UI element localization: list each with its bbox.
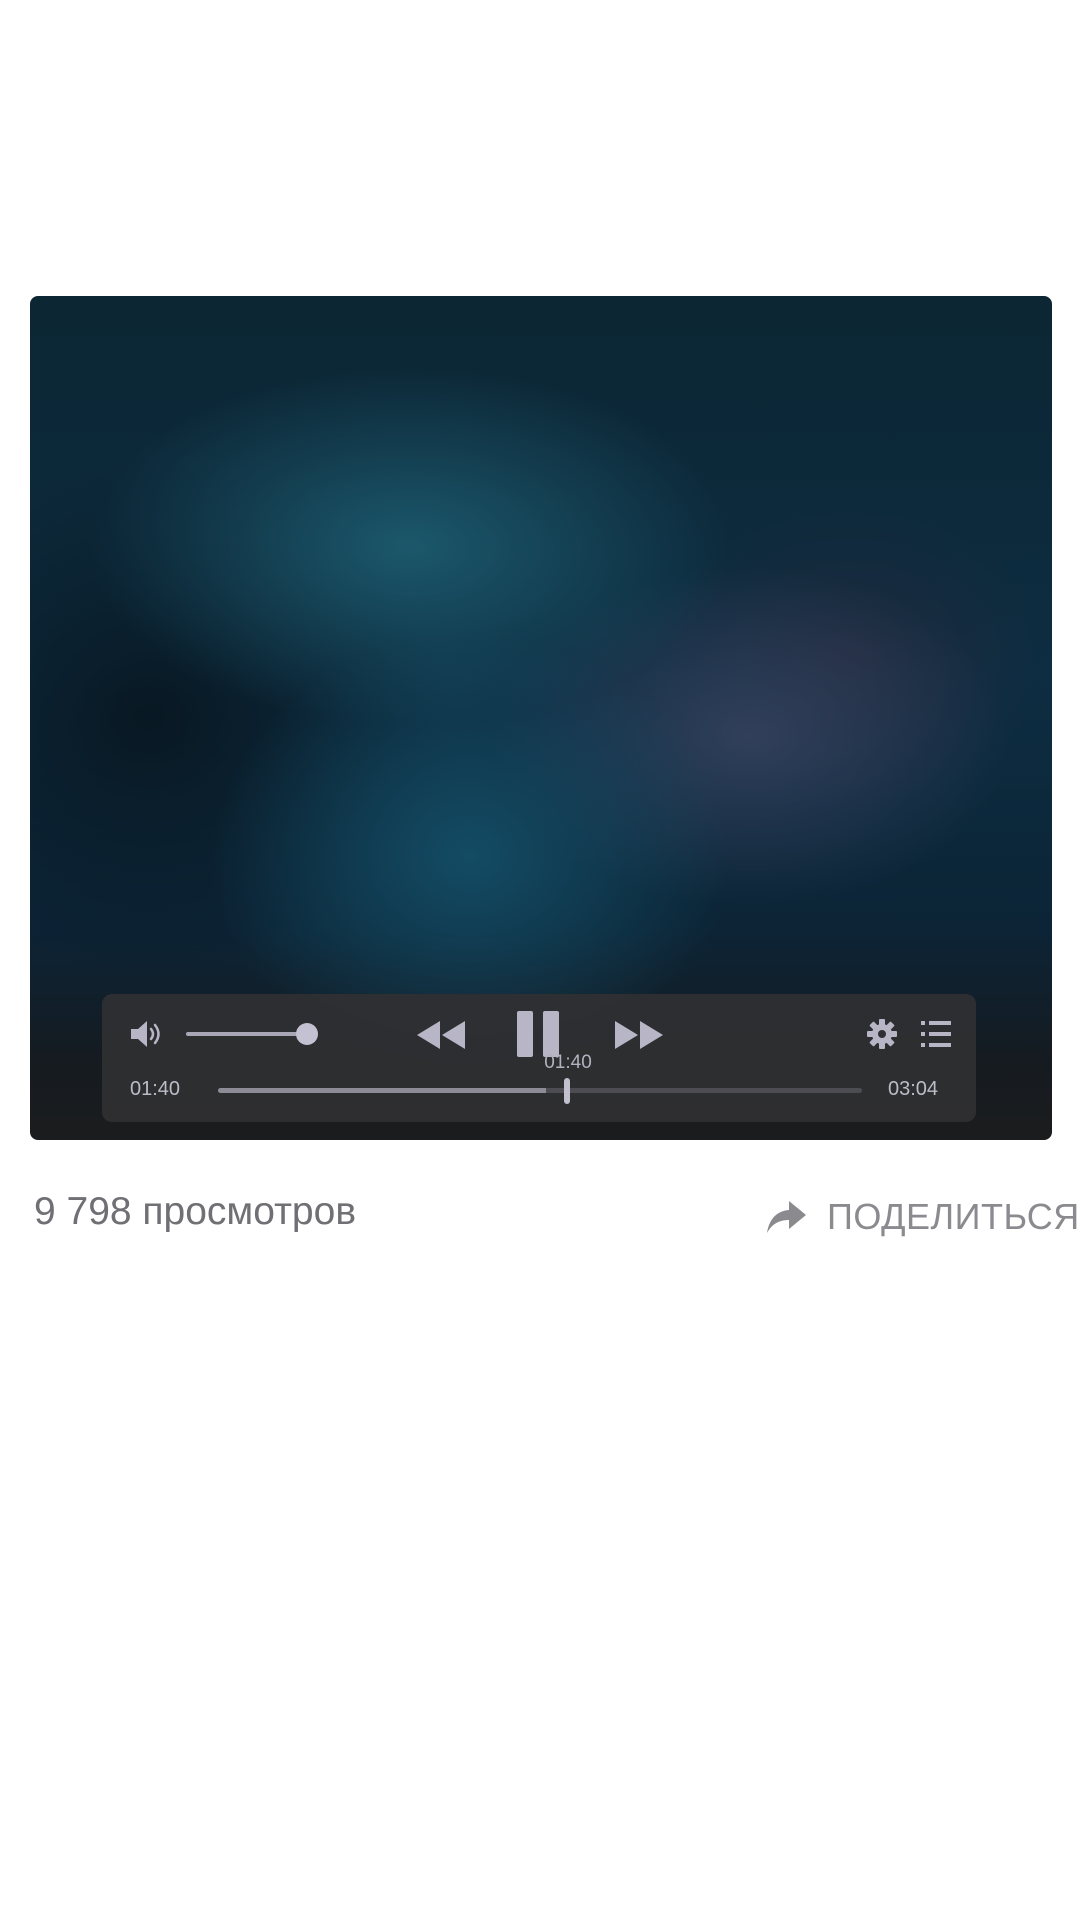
view-count: 9 798 просмотров (34, 1190, 357, 1233)
progress-handle[interactable] (564, 1078, 570, 1104)
progress-bar-fill (218, 1088, 547, 1093)
video-player[interactable]: 01:40 01:40 03:04 (30, 296, 1052, 1140)
share-arrow-icon (767, 1201, 806, 1233)
share-label: ПОДЕЛИТЬСЯ (827, 1196, 1080, 1237)
progress-bar[interactable] (218, 1088, 862, 1093)
player-control-bar: 01:40 01:40 03:04 (102, 994, 976, 1122)
volume-icon[interactable] (128, 1016, 164, 1052)
fast-forward-icon[interactable] (614, 1018, 664, 1052)
seek-preview-time: 01:40 (544, 1052, 592, 1073)
gear-icon[interactable] (866, 1018, 898, 1050)
volume-slider-track[interactable] (186, 1032, 308, 1036)
pause-icon[interactable] (516, 1010, 560, 1058)
current-time: 01:40 (130, 1078, 181, 1100)
playlist-icon[interactable] (920, 1018, 952, 1050)
share-button[interactable]: ПОДЕЛИТЬСЯ (765, 1196, 1080, 1238)
volume-slider-thumb[interactable] (296, 1023, 318, 1045)
rewind-icon[interactable] (416, 1018, 466, 1052)
total-time: 03:04 (888, 1078, 939, 1100)
